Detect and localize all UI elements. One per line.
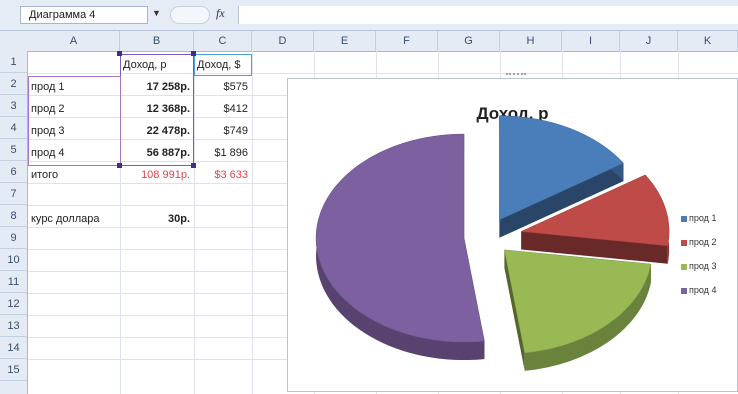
- row-header-9[interactable]: 9: [0, 227, 27, 249]
- legend-swatch: [681, 287, 687, 294]
- legend-label: прод 2: [689, 237, 717, 247]
- row-header-13[interactable]: 13: [0, 315, 27, 337]
- cell-b8[interactable]: 30р.: [120, 208, 194, 230]
- cell-c4[interactable]: $749: [194, 120, 252, 142]
- row-header-6[interactable]: 6: [0, 161, 27, 183]
- chart-series-name-highlight: [194, 54, 252, 76]
- legend-swatch: [681, 263, 687, 270]
- column-header-d[interactable]: D: [252, 31, 314, 51]
- row-header-1[interactable]: 1: [0, 51, 27, 73]
- column-header-h[interactable]: H: [500, 31, 562, 51]
- pie-chart-object[interactable]: Доход, р прод 1 прод 2 прод 3 прод 4: [287, 73, 738, 392]
- cell-c3[interactable]: $412: [194, 98, 252, 120]
- legend-swatch: [681, 215, 687, 222]
- row-header-bar: 1 2 3 4 5 6 7 8 9 10 11 12 13 14 15: [0, 51, 28, 394]
- cell-a8[interactable]: курс доллара: [28, 208, 120, 230]
- column-header-k[interactable]: K: [678, 31, 738, 51]
- row-header-15[interactable]: 15: [0, 359, 27, 381]
- legend-label: прод 1: [689, 213, 717, 223]
- pie-plot-area[interactable]: [288, 79, 737, 391]
- column-header-j[interactable]: J: [620, 31, 678, 51]
- row-header-5[interactable]: 5: [0, 139, 27, 161]
- cell-b6[interactable]: 108 991р.: [120, 164, 194, 186]
- legend-item[interactable]: прод 4: [681, 284, 738, 308]
- legend-swatch: [681, 239, 687, 246]
- range-resize-handle[interactable]: [117, 163, 122, 168]
- formula-bar: Диаграмма 4 ▼ fx: [0, 0, 738, 31]
- range-resize-handle[interactable]: [191, 163, 196, 168]
- column-header-g[interactable]: G: [438, 31, 500, 51]
- formula-input[interactable]: [238, 6, 738, 24]
- column-header-a[interactable]: A: [28, 31, 120, 51]
- row-header-7[interactable]: 7: [0, 183, 27, 205]
- cell-c2[interactable]: $575: [194, 76, 252, 98]
- chart-categories-range-highlight: [28, 76, 121, 166]
- range-resize-handle[interactable]: [191, 51, 196, 56]
- column-header-e[interactable]: E: [314, 31, 376, 51]
- name-box-dropdown-icon[interactable]: ▼: [152, 8, 161, 18]
- column-header-c[interactable]: C: [194, 31, 252, 51]
- column-header-b[interactable]: B: [120, 31, 194, 51]
- row-header-12[interactable]: 12: [0, 293, 27, 315]
- row-header-11[interactable]: 11: [0, 271, 27, 293]
- column-header-bar: A B C D E F G H I J K: [0, 31, 738, 52]
- row-header-3[interactable]: 3: [0, 95, 27, 117]
- row-header-8[interactable]: 8: [0, 205, 27, 227]
- range-resize-handle[interactable]: [117, 51, 122, 56]
- row-header-10[interactable]: 10: [0, 249, 27, 271]
- pie-slice-3[interactable]: [504, 249, 652, 354]
- legend-label: прод 4: [689, 285, 717, 295]
- legend-item[interactable]: прод 2: [681, 236, 738, 260]
- column-header-i[interactable]: I: [562, 31, 620, 51]
- chart-values-range-highlight: [120, 54, 194, 166]
- insert-function-icon[interactable]: fx: [216, 6, 225, 21]
- formula-bar-resize-handle[interactable]: [170, 6, 210, 24]
- legend-item[interactable]: прод 3: [681, 260, 738, 284]
- legend-label: прод 3: [689, 261, 717, 271]
- cell-c6[interactable]: $3 633: [194, 164, 252, 186]
- legend-item[interactable]: прод 1: [681, 212, 738, 236]
- row-header-2[interactable]: 2: [0, 73, 27, 95]
- cell-a6[interactable]: итого: [28, 164, 120, 186]
- column-header-f[interactable]: F: [376, 31, 438, 51]
- cell-c5[interactable]: $1 896: [194, 142, 252, 164]
- row-header-14[interactable]: 14: [0, 337, 27, 359]
- chart-legend[interactable]: прод 1 прод 2 прод 3 прод 4: [681, 212, 738, 308]
- name-box[interactable]: Диаграмма 4: [20, 6, 148, 24]
- row-header-4[interactable]: 4: [0, 117, 27, 139]
